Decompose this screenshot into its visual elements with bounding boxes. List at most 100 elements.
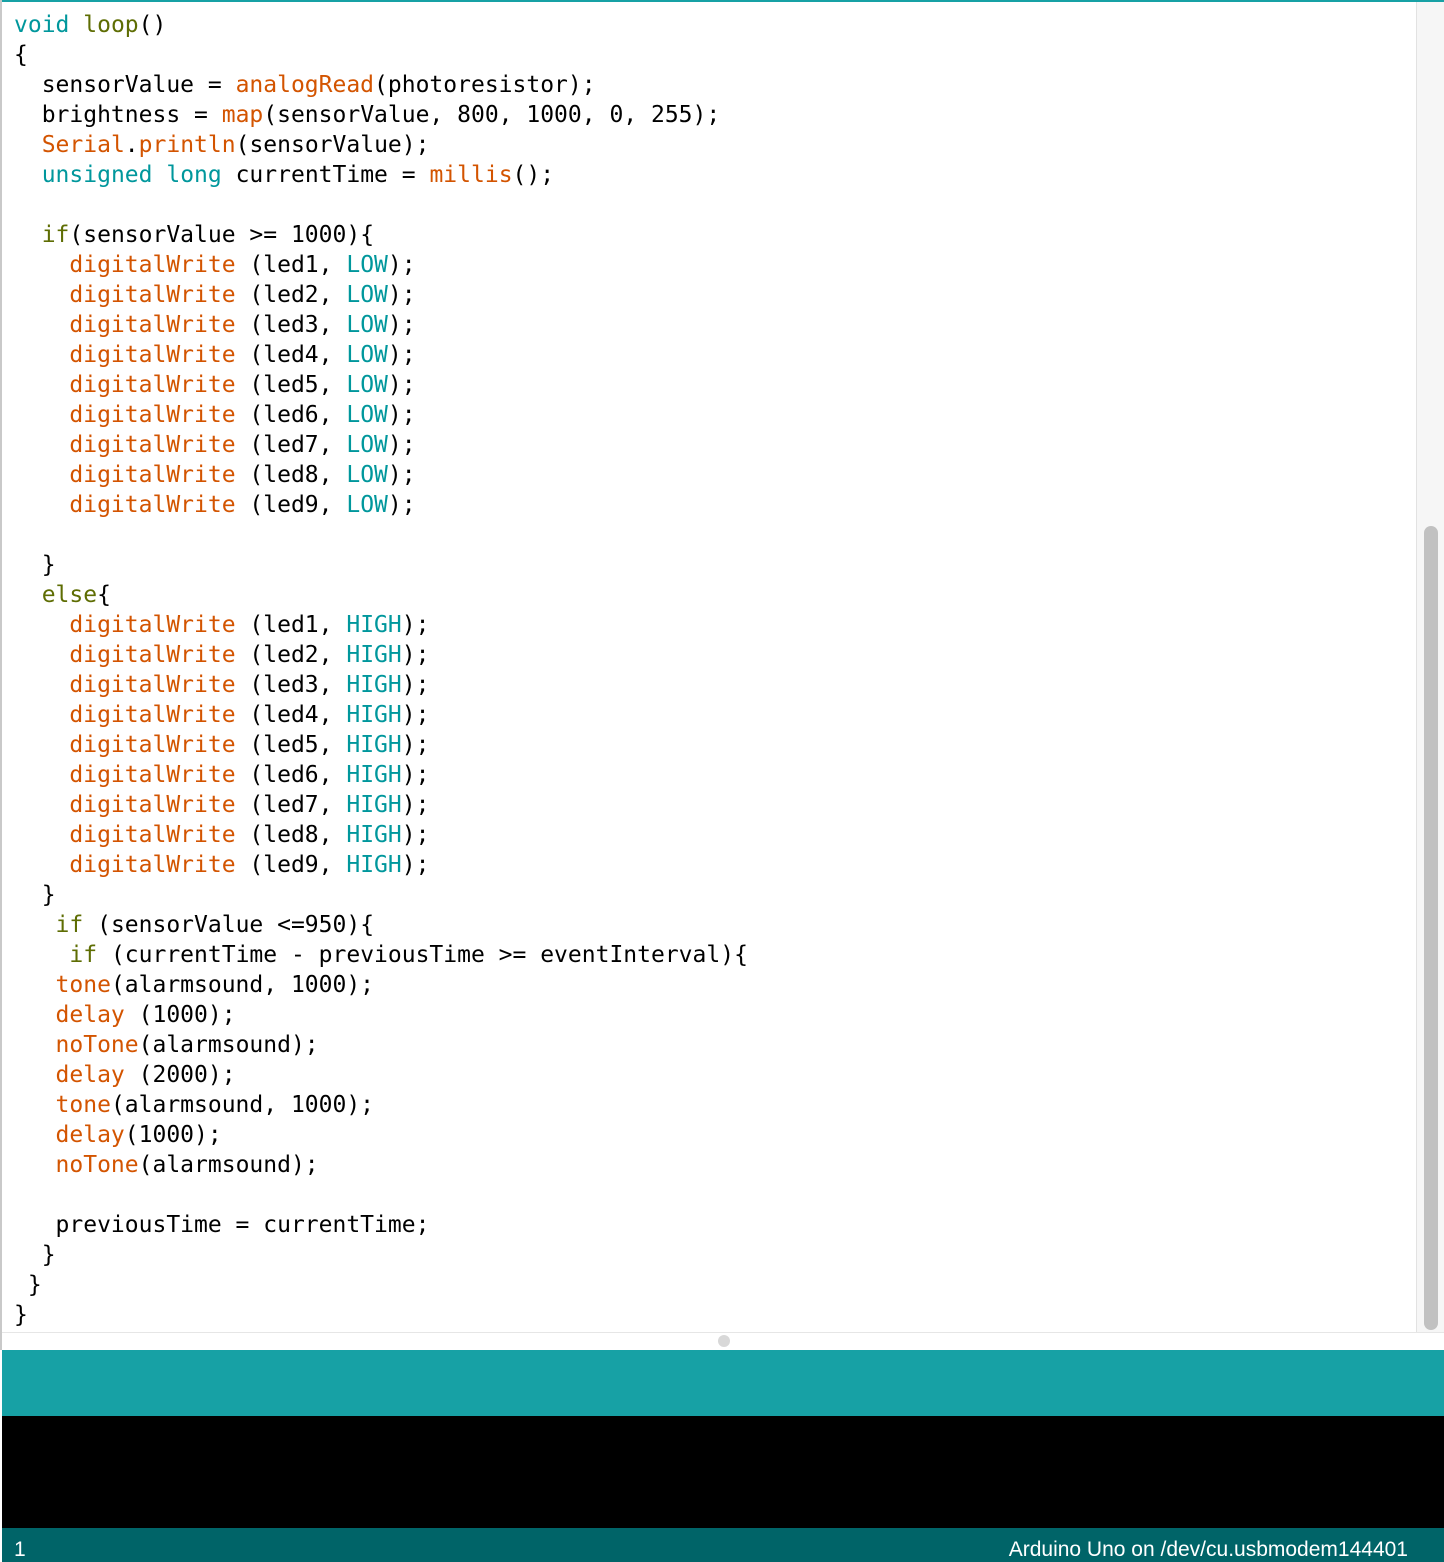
code-line[interactable]: digitalWrite (led6, HIGH); bbox=[14, 760, 748, 790]
code-token-function: digitalWrite bbox=[69, 732, 236, 758]
code-line[interactable]: if (currentTime - previousTime >= eventI… bbox=[14, 940, 748, 970]
code-token-plain: (led7, bbox=[235, 792, 347, 818]
code-line[interactable]: digitalWrite (led9, HIGH); bbox=[14, 850, 748, 880]
code-line[interactable]: } bbox=[14, 1270, 748, 1300]
code-token-constant: HIGH bbox=[346, 642, 402, 668]
code-token-function: digitalWrite bbox=[69, 792, 236, 818]
code-token-control: if bbox=[55, 912, 84, 938]
code-line[interactable]: digitalWrite (led3, HIGH); bbox=[14, 670, 748, 700]
divider-handle-icon[interactable] bbox=[718, 1335, 730, 1347]
code-line[interactable]: digitalWrite (led5, HIGH); bbox=[14, 730, 748, 760]
code-token-plain: (led7, bbox=[235, 432, 347, 458]
code-token-plain: (sensorValue); bbox=[235, 132, 430, 158]
code-token-constant: LOW bbox=[346, 372, 388, 398]
code-token-plain: (led2, bbox=[235, 282, 347, 308]
code-token-plain: (led8, bbox=[235, 462, 347, 488]
code-token-plain: (led9, bbox=[235, 852, 347, 878]
code-line[interactable]: Serial.println(sensorValue); bbox=[14, 130, 748, 160]
code-line[interactable] bbox=[14, 1180, 748, 1210]
code-line[interactable]: digitalWrite (led1, LOW); bbox=[14, 250, 748, 280]
code-token-plain: previousTime = currentTime; bbox=[14, 1212, 430, 1238]
code-line[interactable]: digitalWrite (led6, LOW); bbox=[14, 400, 748, 430]
code-token-plain: (led2, bbox=[235, 642, 347, 668]
code-token-function: digitalWrite bbox=[69, 612, 236, 638]
code-token-function: noTone bbox=[55, 1152, 139, 1178]
code-line[interactable]: tone(alarmsound, 1000); bbox=[14, 1090, 748, 1120]
code-line[interactable]: else{ bbox=[14, 580, 748, 610]
code-line[interactable]: digitalWrite (led4, LOW); bbox=[14, 340, 748, 370]
code-line[interactable]: { bbox=[14, 40, 748, 70]
code-line[interactable]: tone(alarmsound, 1000); bbox=[14, 970, 748, 1000]
code-line[interactable]: digitalWrite (led5, LOW); bbox=[14, 370, 748, 400]
code-line[interactable]: previousTime = currentTime; bbox=[14, 1210, 748, 1240]
code-line[interactable] bbox=[14, 190, 748, 220]
console-output[interactable] bbox=[2, 1416, 1444, 1528]
code-token-constant: LOW bbox=[346, 252, 388, 278]
code-token-plain: (led5, bbox=[235, 372, 347, 398]
code-line[interactable]: noTone(alarmsound); bbox=[14, 1030, 748, 1060]
code-token-plain: (led1, bbox=[235, 252, 347, 278]
code-editor[interactable]: void loop(){ sensorValue = analogRead(ph… bbox=[2, 2, 1416, 1332]
code-token-plain: (alarmsound, 1000); bbox=[110, 972, 375, 998]
code-token-function: println bbox=[138, 132, 236, 158]
code-token-constant: HIGH bbox=[346, 612, 402, 638]
code-token-function: digitalWrite bbox=[69, 642, 236, 668]
code-token-plain: ); bbox=[401, 672, 430, 698]
code-line[interactable]: brightness = map(sensorValue, 800, 1000,… bbox=[14, 100, 748, 130]
code-token-function: digitalWrite bbox=[69, 762, 236, 788]
code-token-plain: () bbox=[138, 12, 167, 38]
code-line[interactable]: digitalWrite (led2, HIGH); bbox=[14, 640, 748, 670]
code-text[interactable]: void loop(){ sensorValue = analogRead(ph… bbox=[14, 10, 748, 1330]
code-line[interactable]: digitalWrite (led7, HIGH); bbox=[14, 790, 748, 820]
code-token-plain: { bbox=[14, 42, 28, 68]
code-line[interactable]: } bbox=[14, 550, 748, 580]
code-line[interactable]: void loop() bbox=[14, 10, 748, 40]
code-token-plain: (1000); bbox=[124, 1122, 222, 1148]
code-line[interactable]: digitalWrite (led9, LOW); bbox=[14, 490, 748, 520]
code-token-constant: LOW bbox=[346, 282, 388, 308]
code-line[interactable]: unsigned long currentTime = millis(); bbox=[14, 160, 748, 190]
code-token-function: delay bbox=[55, 1122, 125, 1148]
code-line[interactable]: digitalWrite (led1, HIGH); bbox=[14, 610, 748, 640]
editor-scrollbar-thumb[interactable] bbox=[1424, 526, 1438, 1330]
code-line[interactable]: digitalWrite (led3, LOW); bbox=[14, 310, 748, 340]
code-token-plain: ); bbox=[401, 852, 430, 878]
code-token-plain: ); bbox=[387, 432, 416, 458]
code-token-function: digitalWrite bbox=[69, 372, 236, 398]
code-line[interactable]: digitalWrite (led4, HIGH); bbox=[14, 700, 748, 730]
code-token-plain: ); bbox=[387, 312, 416, 338]
code-token-keyword: unsigned bbox=[41, 162, 153, 188]
code-token-plain: (sensorValue >= 1000){ bbox=[69, 222, 375, 248]
code-line[interactable]: digitalWrite (led7, LOW); bbox=[14, 430, 748, 460]
code-line[interactable]: delay (2000); bbox=[14, 1060, 748, 1090]
code-line[interactable]: delay (1000); bbox=[14, 1000, 748, 1030]
code-line[interactable]: if (sensorValue <=950){ bbox=[14, 910, 748, 940]
code-line[interactable] bbox=[14, 520, 748, 550]
code-token-plain: ); bbox=[387, 372, 416, 398]
code-line[interactable]: digitalWrite (led8, HIGH); bbox=[14, 820, 748, 850]
code-line[interactable]: digitalWrite (led8, LOW); bbox=[14, 460, 748, 490]
code-line[interactable]: delay(1000); bbox=[14, 1120, 748, 1150]
code-line[interactable]: } bbox=[14, 1300, 748, 1330]
code-token-constant: HIGH bbox=[346, 792, 402, 818]
code-token-function: tone bbox=[55, 1092, 111, 1118]
code-line[interactable]: noTone(alarmsound); bbox=[14, 1150, 748, 1180]
code-line[interactable]: } bbox=[14, 880, 748, 910]
code-line[interactable]: if(sensorValue >= 1000){ bbox=[14, 220, 748, 250]
code-line[interactable]: } bbox=[14, 1240, 748, 1270]
code-token-function: digitalWrite bbox=[69, 282, 236, 308]
code-line[interactable]: sensorValue = analogRead(photoresistor); bbox=[14, 70, 748, 100]
code-token-plain: ); bbox=[387, 282, 416, 308]
code-line[interactable]: digitalWrite (led2, LOW); bbox=[14, 280, 748, 310]
